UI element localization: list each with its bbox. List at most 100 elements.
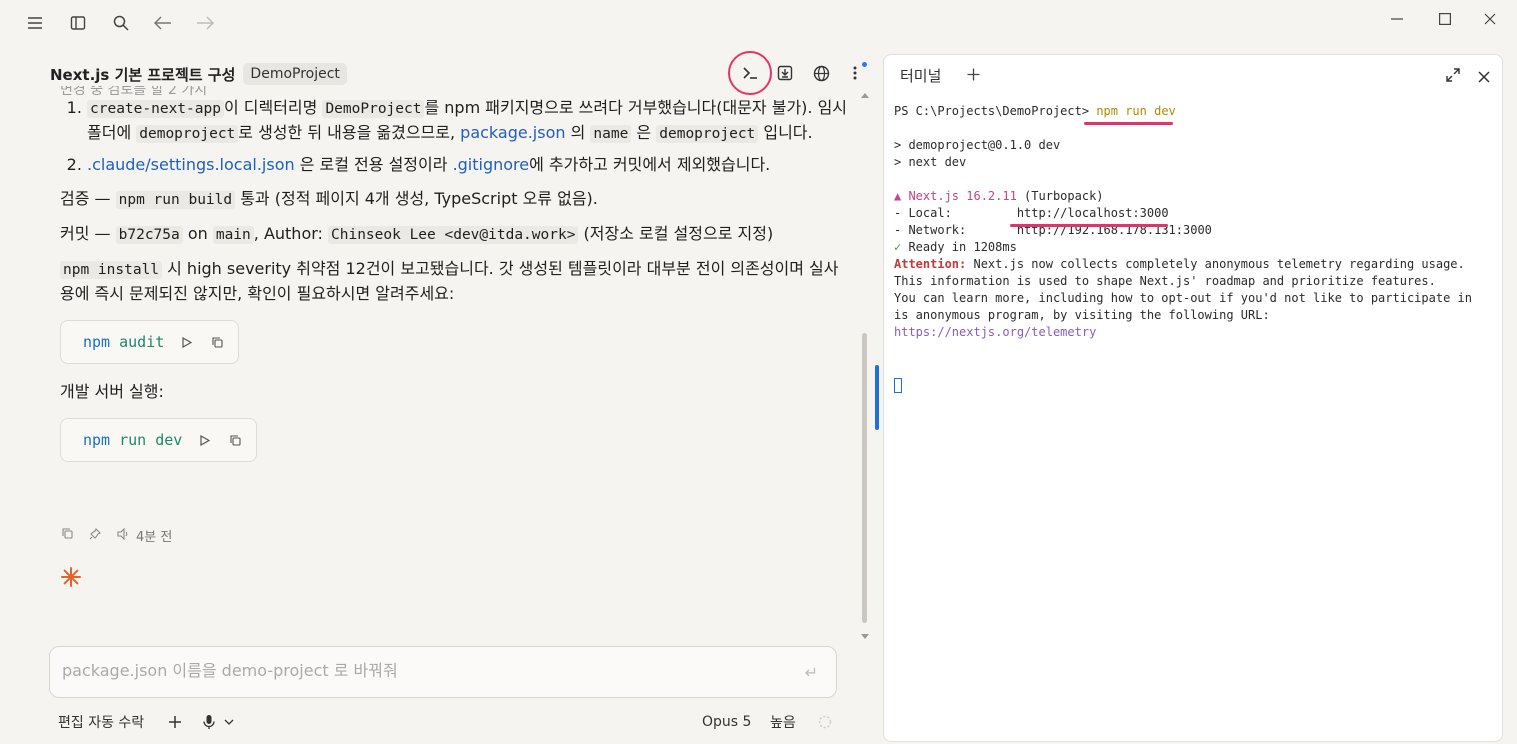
expand-icon[interactable] [1445, 67, 1461, 87]
inline-code: npm run build [115, 191, 236, 209]
inline-code: Chinseok Lee <dev@itda.work> [328, 226, 579, 244]
list-item: create-next-app이 디렉터리명 DemoProject를 npm … [87, 96, 850, 146]
export-icon[interactable] [772, 60, 798, 86]
dev-label: 개발 서버 실행: [60, 382, 164, 401]
telemetry-url[interactable]: https://nextjs.org/telemetry [894, 325, 1096, 339]
code-block-npm-audit: npm audit [60, 320, 240, 364]
forward-arrow-icon[interactable] [192, 10, 218, 36]
verify-paragraph: 검증 — npm run build 통과 (정적 페이지 4개 생성, Typ… [60, 187, 850, 212]
inline-code: demoproject [656, 125, 759, 143]
inline-code: name [590, 125, 632, 143]
loading-spinner-icon [818, 710, 832, 734]
text: 은 로컬 전용 설정이라 [294, 155, 453, 174]
effort-selector[interactable]: 높음 [770, 710, 796, 734]
terminal-line: > demoproject@0.1.0 dev [894, 138, 1061, 152]
code-block-wrap: npm audit [60, 320, 850, 364]
file-link[interactable]: .claude/settings.local.json [87, 155, 295, 174]
next-version: ▲ Next.js 16.2.11 [894, 189, 1017, 203]
message-input[interactable] [62, 661, 782, 680]
globe-icon[interactable] [808, 60, 834, 86]
copy-icon[interactable] [210, 335, 224, 349]
message-input-box: ↵ [49, 646, 837, 698]
close-icon[interactable] [1475, 8, 1505, 30]
text: (저장소 로컬 설정으로 지정) [578, 224, 774, 243]
terminal-tabs: 터미널 [900, 65, 980, 86]
notification-dot [862, 62, 867, 67]
terminal-line: is anonymous program, by visiting the fo… [894, 308, 1270, 322]
text: 시 high severity 취약점 12건이 보고됐습니다. 갓 생성된 템… [60, 259, 839, 303]
code-block-wrap: npm run dev [60, 418, 850, 462]
terminal-output[interactable]: PS C:\Projects\DemoProject> npm run dev … [894, 103, 1479, 341]
code-keyword: npm [83, 431, 111, 449]
add-icon[interactable] [168, 710, 182, 734]
terminal-toggle-icon[interactable] [737, 60, 763, 86]
local-label: - Local: [894, 206, 1017, 220]
terminal-line: Ready in 1208ms [901, 240, 1017, 254]
code-keyword: npm [83, 333, 111, 351]
add-terminal-icon[interactable] [967, 67, 980, 85]
text: 은 [631, 123, 657, 142]
text: 로 생성한 뒤 내용을 옮겼으므로, [238, 123, 461, 142]
close-terminal-icon[interactable] [1478, 68, 1490, 87]
edit-mode-button[interactable]: 편집 자동 수락 [58, 710, 144, 734]
attention-label: Attention: [894, 257, 967, 271]
back-arrow-icon[interactable] [150, 10, 176, 36]
file-link[interactable]: .gitignore [453, 155, 530, 174]
run-icon[interactable] [180, 335, 194, 349]
terminal-panel: 터미널 PS C:\Projects\DemoProject> npm run … [875, 54, 1503, 742]
tab-terminal[interactable]: 터미널 [900, 65, 941, 86]
underline-command [1084, 122, 1173, 125]
code-command: npm run dev [83, 428, 182, 452]
chat-title[interactable]: Next.js 기본 프로젝트 구성 [50, 64, 235, 85]
inline-code: demoproject [136, 125, 239, 143]
microphone-icon[interactable] [202, 710, 216, 734]
text: on [182, 224, 213, 243]
terminal-command: npm run dev [1096, 104, 1176, 118]
model-selector[interactable]: Opus 5 [702, 710, 751, 734]
code-args: audit [110, 333, 165, 351]
terminal-prompt: PS C:\Projects\DemoProject> [894, 104, 1090, 118]
copy-icon[interactable] [62, 528, 73, 543]
project-badge[interactable]: DemoProject [243, 63, 347, 85]
title-bar [0, 0, 1517, 46]
notes-list: create-next-app이 디렉터리명 DemoProject를 npm … [87, 96, 850, 177]
enter-icon[interactable]: ↵ [805, 663, 818, 682]
chevron-down-icon[interactable] [224, 710, 234, 734]
terminal-line: Next.js now collects completely anonymou… [966, 257, 1465, 271]
inline-code: main [212, 226, 254, 244]
more-options-icon[interactable] [842, 60, 868, 86]
terminal-line: > next dev [894, 155, 967, 169]
local-url[interactable]: http://localhost:3000 [1017, 206, 1169, 220]
run-icon[interactable] [198, 433, 212, 447]
commit-paragraph: 커밋 — b72c75a on main, Author: Chinseok L… [60, 222, 850, 247]
pin-icon[interactable] [89, 527, 101, 544]
search-icon[interactable] [108, 10, 134, 36]
text: , Author: [253, 224, 328, 243]
message-time: 4분 전 [136, 530, 173, 545]
sidebar-icon[interactable] [65, 10, 91, 36]
text: 이 디렉터리명 [223, 98, 323, 117]
speaker-icon[interactable] [117, 527, 130, 544]
chat-header: Next.js 기본 프로젝트 구성 DemoProject [50, 60, 347, 88]
minimize-icon[interactable] [1382, 8, 1412, 30]
underline-local-url [1010, 224, 1168, 227]
scrollbar-thumb[interactable] [862, 333, 867, 623]
network-label: - Network: [894, 223, 1017, 237]
chat-scrollbar[interactable] [860, 88, 870, 643]
terminal-cursor [894, 378, 902, 393]
inline-code: b72c75a [115, 226, 183, 244]
terminal-scroll-indicator[interactable] [875, 365, 879, 430]
assistant-message: create-next-app이 디렉터리명 DemoProject를 npm … [60, 96, 850, 462]
terminal-line: (Turbopack) [1016, 189, 1104, 203]
composer-toolbar: 편집 자동 수락 Opus 5 높음 [58, 710, 838, 734]
text: 검증 — [60, 189, 116, 208]
audit-paragraph: npm install 시 high severity 취약점 12건이 보고됐… [60, 257, 850, 306]
maximize-icon[interactable] [1430, 8, 1460, 30]
list-item: .claude/settings.local.json 은 로컬 전용 설정이라… [87, 153, 850, 177]
text: 커밋 — [60, 224, 116, 243]
inline-code: npm install [60, 261, 163, 279]
copy-icon[interactable] [228, 433, 242, 447]
text: 입니다. [758, 123, 813, 142]
menu-icon[interactable] [22, 10, 48, 36]
file-link[interactable]: package.json [460, 123, 565, 142]
